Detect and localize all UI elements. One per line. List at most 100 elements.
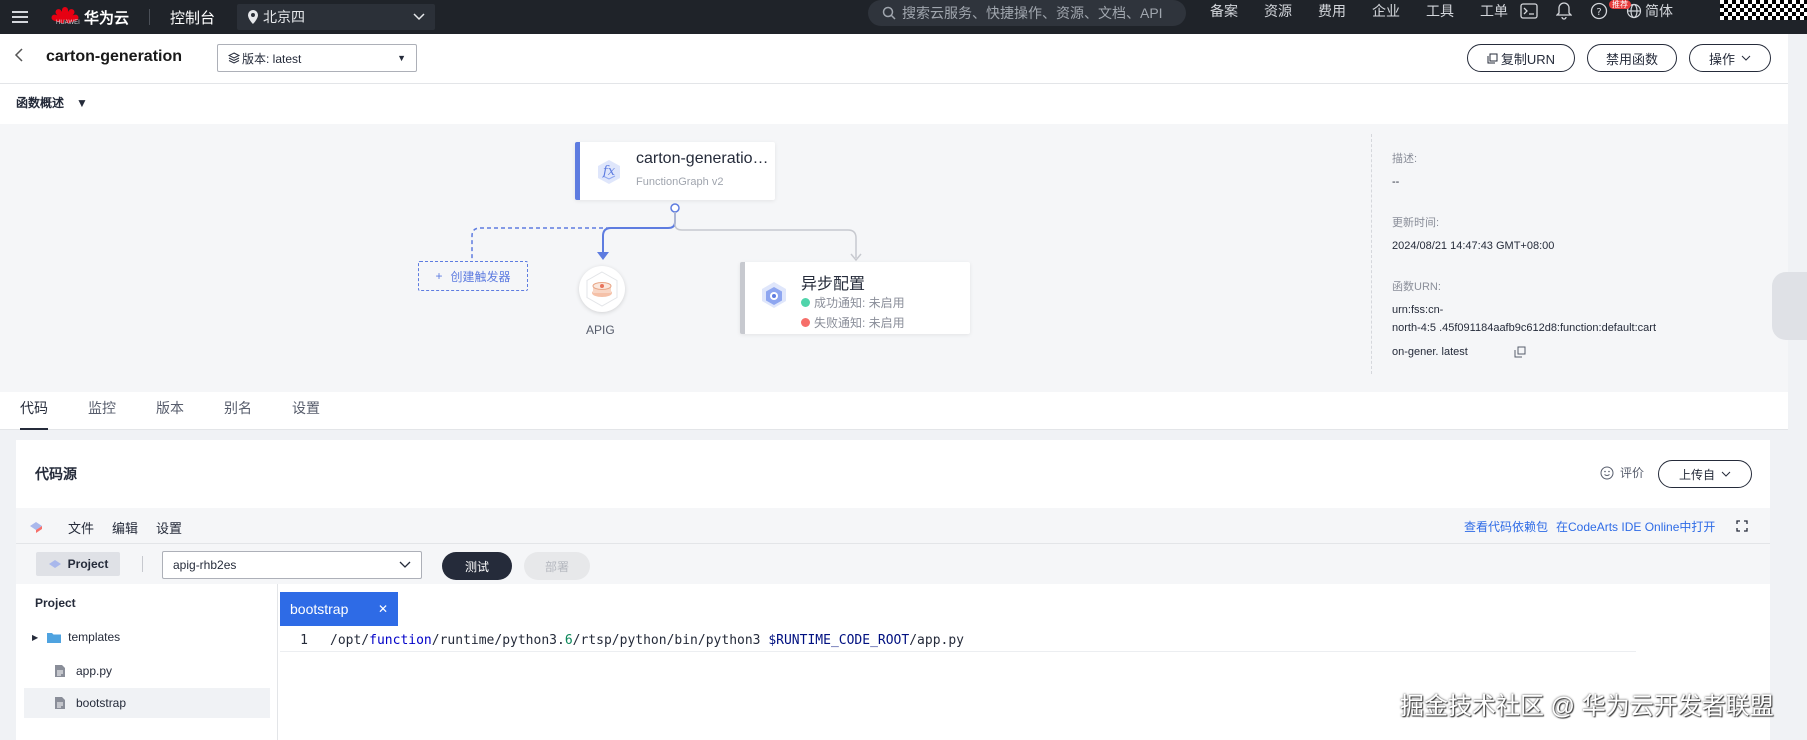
success-status-dot [801,298,810,307]
actions-dropdown-button[interactable]: 操作 [1689,44,1771,72]
function-overview-panel: fx carton-generatio… FunctionGraph v2 + … [0,124,1788,392]
top-navigation-bar: 华为云 HUAWEI 控制台 北京四 搜索云服务、快捷操作、资源、文档、API … [0,0,1807,34]
menu-file[interactable]: 文件 [68,518,94,537]
function-name: carton-generation [46,48,183,65]
file-icon [55,697,65,709]
code-source-title: 代码源 [35,466,77,482]
copy-urn-label: 复制URN [1500,51,1556,67]
help-icon[interactable]: ? [1590,2,1608,20]
editor-tab-label: bootstrap [290,601,349,617]
fullscreen-icon[interactable] [1736,520,1748,532]
version-selector[interactable]: 版本: latest ▼ [217,44,417,72]
region-selector[interactable]: 北京四 [237,4,436,30]
console-link[interactable]: 控制台 [170,7,215,28]
tab-versions[interactable]: 版本 [156,398,184,430]
open-in-codearts-link[interactable]: 在CodeArts IDE Online中打开 [1556,518,1715,535]
description-value: -- [1392,176,1400,188]
function-tabs: 代码 监控 版本 别名 设置 [0,392,1788,430]
updated-time-label: 更新时间: [1392,217,1440,229]
project-panel-title: Project [35,596,76,610]
ide-logo-icon [30,522,42,533]
chevron-down-icon [1741,55,1751,61]
user-avatar-masked[interactable] [1720,0,1807,20]
version-label: 版本: latest [242,51,302,66]
ide-toolbar: Project apig-rhb2es 测试 部署 [16,544,1770,584]
tab-code[interactable]: 代码 [20,398,48,430]
nav-tickets[interactable]: 工单 [1480,1,1508,21]
nav-tools[interactable]: 工具 [1426,1,1454,21]
code-line[interactable]: 1 /opt/function/runtime/python3.6/rtsp/p… [280,630,1636,652]
async-config-card[interactable]: 异步配置 成功通知: 未启用 失败通知: 未启用 [740,262,970,334]
toolbar-divider [142,556,143,572]
tree-file-app-py[interactable]: app.py [24,656,270,686]
actions-label: 操作 [1708,51,1735,67]
apig-trigger-node[interactable] [579,266,625,312]
function-node-title: carton-generatio… [636,150,769,167]
copy-urn-icon[interactable] [1514,346,1526,358]
nav-filing[interactable]: 备案 [1210,1,1238,21]
brand-name: 华为云 [84,9,130,27]
bell-icon[interactable] [1556,2,1572,20]
folder-icon [47,632,62,643]
upload-label: 上传自 [1678,467,1715,482]
apig-label: APIG [586,323,615,337]
apig-icon [586,271,618,307]
overview-header: 函数概述 ▼ [0,84,1788,124]
divider [149,9,151,25]
project-icon [48,560,61,568]
terminal-icon[interactable] [1520,3,1538,19]
editor-tab-bootstrap[interactable]: bootstrap ✕ [280,592,398,626]
create-trigger-button[interactable]: + 创建触发器 [418,261,528,291]
nav-resources[interactable]: 资源 [1264,1,1292,21]
test-button[interactable]: 测试 [442,552,512,580]
file-icon [55,665,65,677]
updated-time-value: 2024/08/21 14:47:43 GMT+08:00 [1392,240,1555,252]
function-node-subtitle: FunctionGraph v2 [636,176,724,188]
chevron-down-icon [399,561,411,568]
global-search-input[interactable]: 搜索云服务、快捷操作、资源、文档、API [868,0,1186,26]
menu-icon[interactable] [0,0,40,34]
chevron-down-icon [1721,471,1731,477]
nav-enterprise[interactable]: 企业 [1372,1,1400,21]
back-arrow-icon[interactable] [14,48,24,67]
top-icons: ? 简体 [1520,0,1673,22]
watermark-text: 掘金技术社区 @ 华为云开发者联盟 [1400,693,1774,720]
function-node-card[interactable]: fx carton-generatio… FunctionGraph v2 [575,142,775,200]
tab-settings[interactable]: 设置 [292,398,320,430]
function-header: carton-generation 版本: latest ▼ 复制URN 禁用函… [0,34,1788,84]
search-placeholder: 搜索云服务、快捷操作、资源、文档、API [902,5,1163,21]
tree-folder-templates[interactable]: ▶ templates [24,622,270,652]
copy-urn-button[interactable]: 复制URN [1467,44,1575,72]
menu-edit[interactable]: 编辑 [112,518,138,537]
close-tab-icon[interactable]: ✕ [378,602,388,616]
upload-from-dropdown[interactable]: 上传自 [1658,460,1752,488]
search-icon [882,6,896,20]
view-dependencies-link[interactable]: 查看代码依赖包 [1464,518,1548,535]
success-notify-row: 成功通知: 未启用 [801,294,905,311]
collapse-caret-icon[interactable]: ▼ [76,96,88,110]
side-panel-toggle[interactable] [1772,272,1807,340]
project-toggle-button[interactable]: Project [36,552,120,576]
brand-sub: HUAWEI [56,20,80,26]
deploy-button[interactable]: 部署 [524,552,590,580]
ide-menu-bar: 文件 编辑 设置 查看代码依赖包 在CodeArts IDE Online中打开 [16,508,1770,544]
test-event-select[interactable]: apig-rhb2es [162,551,422,579]
failure-status-dot [801,318,810,327]
tab-aliases[interactable]: 别名 [224,398,252,430]
language-switch[interactable]: 简体 [1626,1,1673,21]
layers-icon [228,52,240,64]
disable-function-button[interactable]: 禁用函数 [1587,44,1677,72]
chevron-down-icon [413,13,425,21]
caret-down-icon: ▼ [397,53,406,63]
rate-button[interactable]: 评价 [1600,464,1644,481]
menu-settings[interactable]: 设置 [156,518,182,537]
failure-notify-row: 失败通知: 未启用 [801,314,905,331]
tree-file-bootstrap[interactable]: bootstrap [24,688,270,718]
overview-title: 函数概述 [16,96,65,110]
tab-monitoring[interactable]: 监控 [88,398,116,430]
nav-billing[interactable]: 费用 [1318,1,1346,21]
svg-text:?: ? [1596,7,1601,18]
location-pin-icon [248,10,259,24]
async-config-title: 异步配置 [801,276,866,293]
expand-caret-icon[interactable]: ▶ [32,633,38,642]
